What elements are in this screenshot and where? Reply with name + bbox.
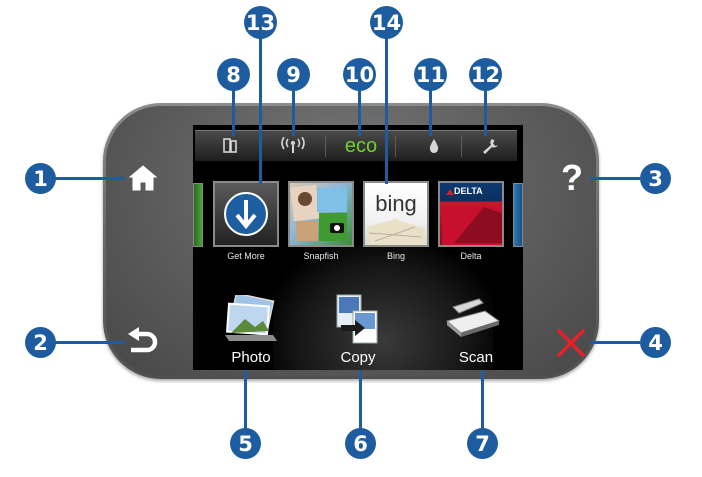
app-tile-get-more[interactable] — [213, 181, 279, 247]
leader-line — [359, 370, 362, 430]
app-tile-delta[interactable]: DELTA — [438, 181, 504, 247]
leader-line — [259, 32, 262, 184]
leader-line — [244, 370, 247, 430]
wireless-icon — [281, 137, 305, 153]
back-arrow-icon — [128, 327, 158, 353]
callout-5: 5 — [230, 428, 261, 459]
status-divider — [395, 135, 396, 157]
ink-levels-button[interactable] — [419, 134, 449, 158]
leader-line — [55, 177, 125, 180]
app-tile-bing[interactable]: bing — [363, 181, 429, 247]
help-icon: ? — [561, 157, 583, 198]
leader-line — [590, 341, 640, 344]
eco-label: eco — [344, 134, 378, 157]
callout-7: 7 — [467, 428, 498, 459]
scan-label: Scan — [458, 349, 494, 366]
app-label: Snapfish — [303, 251, 339, 261]
app-label: Bing — [386, 251, 405, 261]
callout-11: 11 — [414, 58, 447, 91]
photo-button[interactable] — [223, 292, 279, 345]
copy-label: Copy — [340, 349, 376, 366]
callout-9: 9 — [277, 58, 310, 91]
back-button[interactable] — [122, 324, 162, 360]
callout-1: 1 — [25, 163, 56, 194]
wrench-icon — [483, 139, 498, 154]
delta-logo-text: DELTA — [454, 186, 483, 196]
app-label: Get More — [227, 251, 265, 261]
callout-4: 4 — [640, 327, 671, 358]
callout-3: 3 — [640, 163, 671, 194]
ink-cartridge-icon — [223, 138, 237, 153]
app-tile-partial-right[interactable] — [513, 183, 523, 247]
leader-line — [481, 370, 484, 430]
cancel-icon — [557, 329, 585, 357]
scanner-icon — [445, 298, 501, 337]
copy-icon — [336, 294, 378, 344]
status-bar: eco — [195, 130, 517, 161]
home-button[interactable] — [125, 160, 161, 196]
status-divider — [325, 135, 326, 157]
help-button[interactable]: ? — [554, 157, 590, 198]
snapfish-icon — [290, 184, 347, 241]
touch-screen: eco Get More Snapfish bing Bing DELTA De… — [193, 125, 523, 370]
leader-line — [385, 32, 388, 184]
copy-button[interactable] — [333, 293, 383, 345]
photo-icon — [225, 292, 277, 341]
leader-line — [590, 177, 640, 180]
wireless-button[interactable] — [275, 134, 311, 158]
ink-cartridge-button[interactable] — [215, 134, 245, 158]
status-divider — [461, 135, 462, 157]
callout-13: 13 — [244, 6, 277, 39]
setup-button[interactable] — [475, 134, 505, 158]
callout-12: 12 — [469, 58, 502, 91]
scan-button[interactable] — [445, 297, 501, 345]
callout-2: 2 — [25, 327, 56, 358]
app-tile-snapfish[interactable] — [288, 181, 354, 247]
home-icon — [128, 165, 158, 191]
ink-drop-icon — [429, 139, 439, 153]
leader-line — [55, 341, 125, 344]
callout-10: 10 — [343, 58, 376, 91]
eco-button[interactable]: eco — [333, 134, 389, 158]
callout-14: 14 — [370, 6, 403, 39]
app-tile-partial-left[interactable] — [193, 183, 203, 247]
cancel-button[interactable] — [553, 325, 589, 361]
download-arrow-icon — [224, 192, 268, 236]
callout-6: 6 — [345, 428, 376, 459]
photo-label: Photo — [231, 349, 271, 366]
callout-8: 8 — [217, 58, 250, 91]
bing-logo-text: bing — [375, 191, 417, 216]
app-label: Delta — [460, 251, 482, 261]
